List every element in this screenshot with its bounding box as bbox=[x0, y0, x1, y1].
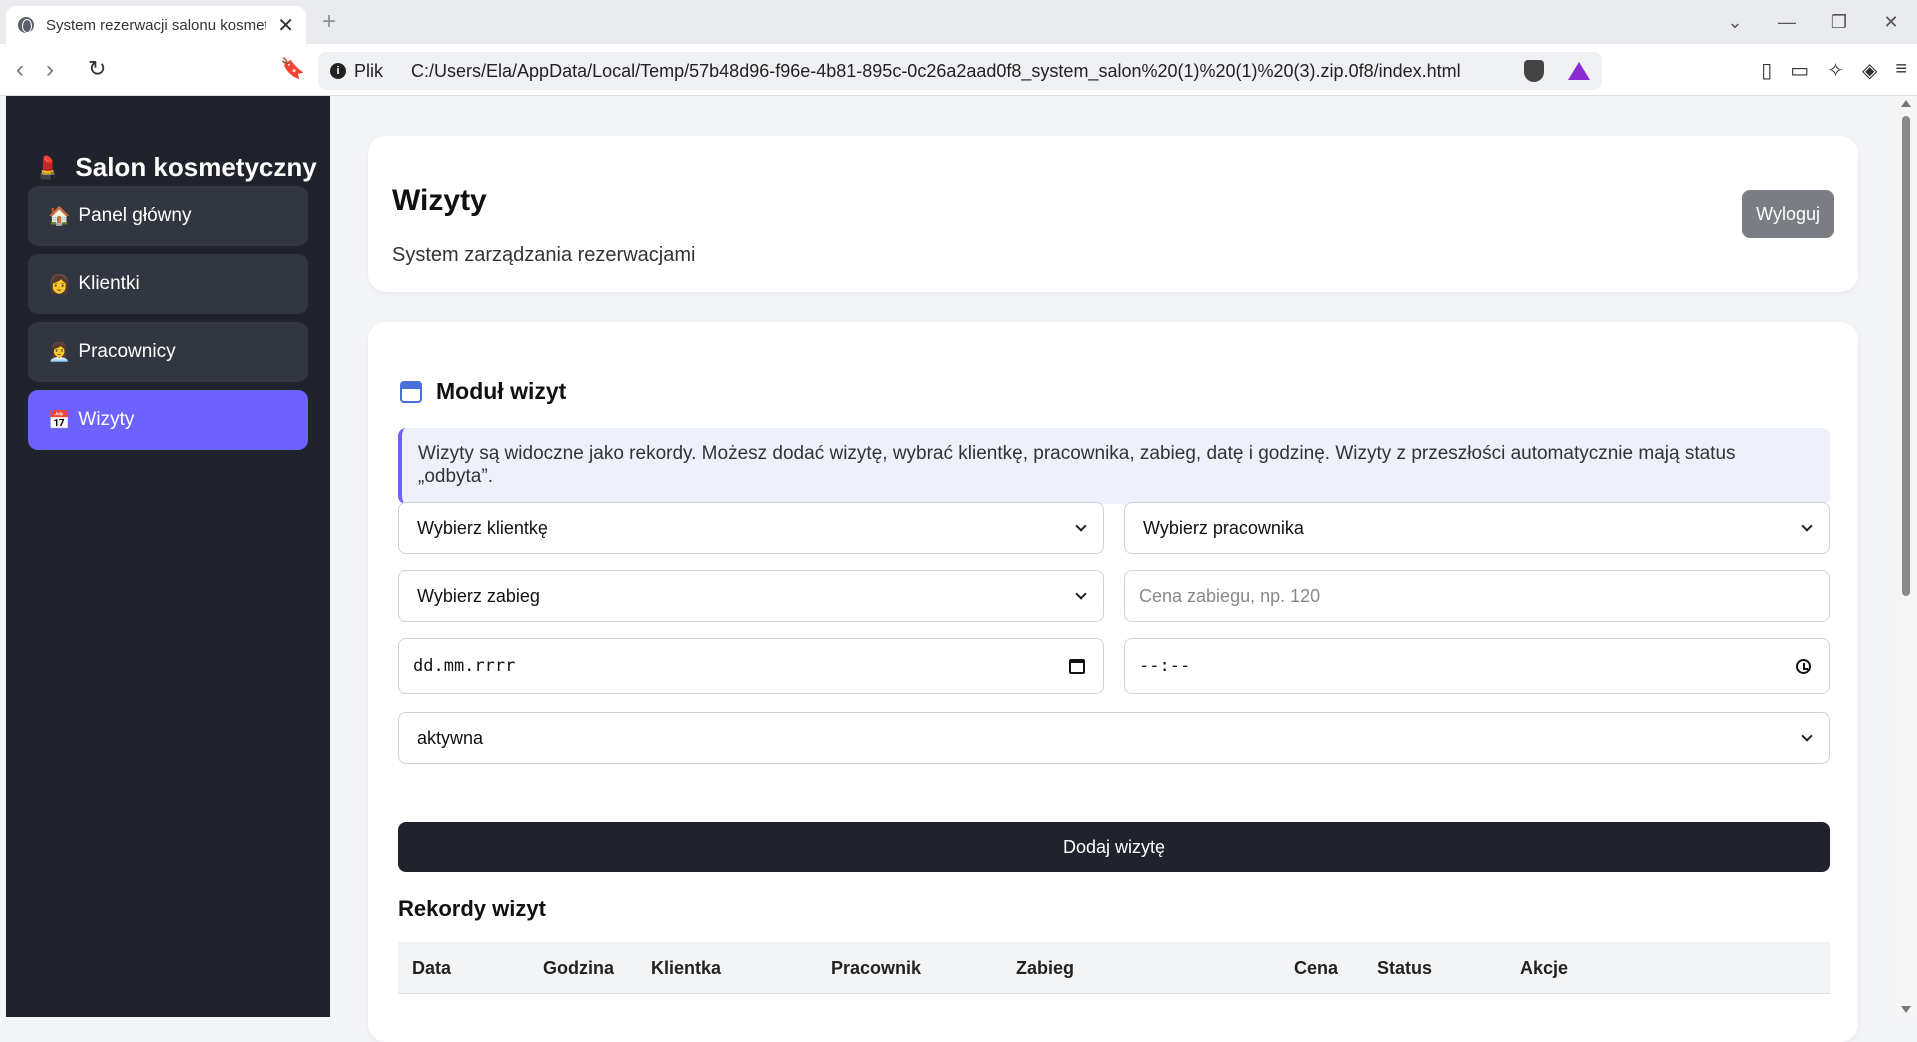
tab-close-icon[interactable]: ✕ bbox=[277, 13, 294, 38]
sidebar-item-label: Pracownicy bbox=[78, 341, 176, 362]
time-input[interactable]: --:-- bbox=[1124, 638, 1830, 694]
status-select-value: aktywna bbox=[417, 727, 484, 748]
toolbar-icons: ▯ ▭ ✧ ◈ ≡ bbox=[1761, 58, 1907, 83]
column-header: Status bbox=[1377, 958, 1433, 978]
sidebar-item-employees[interactable]: 👩‍💼 Pracownicy bbox=[28, 322, 308, 382]
main-content: Wizyty System zarządzania rezerwacjami W… bbox=[330, 96, 1895, 1042]
leo-ai-icon[interactable]: ✧ bbox=[1827, 58, 1844, 83]
column-header: Akcje bbox=[1520, 958, 1569, 978]
sidebar-item-panel[interactable]: 🏠 Panel główny bbox=[28, 186, 308, 246]
page-scrollbar[interactable] bbox=[1895, 96, 1917, 1017]
date-value: dd.mm.rrrr bbox=[413, 656, 516, 676]
sidebar-item-label: Wizyty bbox=[78, 409, 135, 430]
info-box: Wizyty są widoczne jako rekordy. Możesz … bbox=[398, 428, 1830, 504]
header-card: Wizyty System zarządzania rezerwacjami W… bbox=[368, 136, 1858, 292]
browser-toolbar: ‹ › ↻ 🔖 i Plik C:/Users/Ela/AppData/Loca… bbox=[0, 44, 1917, 96]
client-select-value: Wybierz klientkę bbox=[417, 517, 548, 538]
module-title-text: Moduł wizyt bbox=[436, 378, 567, 404]
sidebar-item-label: Panel główny bbox=[78, 205, 192, 226]
wallet-icon[interactable]: ▭ bbox=[1790, 58, 1809, 83]
sidebar-item-visits[interactable]: 📅 Wizyty bbox=[28, 390, 308, 450]
price-placeholder: Cena zabiegu, np. 120 bbox=[1139, 585, 1321, 606]
reload-icon[interactable]: ↻ bbox=[88, 56, 106, 82]
sidebar-toggle-icon[interactable]: ▯ bbox=[1761, 58, 1772, 83]
minimize-icon[interactable]: — bbox=[1761, 12, 1813, 33]
module-title: Moduł wizyt bbox=[400, 378, 566, 405]
date-input[interactable]: dd.mm.rrrr bbox=[398, 638, 1104, 694]
logout-button[interactable]: Wyloguj bbox=[1742, 190, 1834, 238]
browser-tabstrip: System rezerwacji salonu kosmet ✕ + ⌄ — … bbox=[0, 0, 1917, 44]
brave-shield-icon[interactable] bbox=[1524, 60, 1544, 82]
forward-icon[interactable]: › bbox=[46, 56, 54, 84]
close-window-icon[interactable]: ✕ bbox=[1865, 12, 1917, 33]
client-select[interactable]: Wybierz klientkę bbox=[398, 502, 1104, 554]
column-header: Godzina bbox=[543, 958, 614, 978]
brave-rewards-icon[interactable] bbox=[1568, 62, 1590, 80]
records-title: Rekordy wizyt bbox=[398, 896, 546, 921]
chevron-down-icon bbox=[1801, 730, 1813, 742]
tab-title: System rezerwacji salonu kosmet bbox=[46, 16, 266, 34]
column-header: Klientka bbox=[651, 958, 722, 978]
restore-icon[interactable]: ❐ bbox=[1813, 12, 1865, 33]
woman-icon: 👩 bbox=[48, 273, 71, 294]
calendar-icon bbox=[400, 380, 422, 403]
brand-name: Salon kosmetyczny bbox=[75, 152, 317, 182]
visits-module-card: Moduł wizyt Wizyty są widoczne jako reko… bbox=[368, 322, 1858, 1042]
scroll-up-icon[interactable] bbox=[1901, 100, 1911, 107]
employee-select[interactable]: Wybierz pracownika bbox=[1124, 502, 1830, 554]
sidebar-item-clients[interactable]: 👩 Klientki bbox=[28, 254, 308, 314]
window-controls: ⌄ — ❐ ✕ bbox=[1709, 0, 1917, 44]
date-picker-icon[interactable] bbox=[1069, 658, 1085, 674]
brand: 💄 Salon kosmetyczny bbox=[34, 152, 317, 183]
chevron-down-icon bbox=[1075, 520, 1087, 532]
chevron-down-icon bbox=[1801, 520, 1813, 532]
vpn-icon[interactable]: ◈ bbox=[1862, 58, 1877, 83]
service-select-value: Wybierz zabieg bbox=[417, 585, 540, 606]
price-input[interactable]: Cena zabiegu, np. 120 bbox=[1124, 570, 1830, 622]
sidebar-item-label: Klientki bbox=[78, 273, 140, 294]
column-header: Pracownik bbox=[831, 958, 922, 978]
url-text[interactable]: C:/Users/Ela/AppData/Local/Temp/57b48d96… bbox=[411, 61, 1461, 82]
sidebar: 💄 Salon kosmetyczny 🏠 Panel główny 👩 Kli… bbox=[6, 96, 330, 1017]
calendar-icon: 📅 bbox=[48, 409, 71, 430]
add-visit-button[interactable]: Dodaj wizytę bbox=[398, 822, 1830, 872]
globe-icon bbox=[18, 17, 34, 33]
info-icon[interactable]: i bbox=[330, 63, 346, 79]
bookmark-icon[interactable]: 🔖 bbox=[280, 56, 305, 81]
column-header: Data bbox=[412, 958, 452, 978]
page-title: Wizyty bbox=[392, 184, 487, 217]
page-subtitle: System zarządzania rezerwacjami bbox=[392, 244, 696, 266]
time-value: --:-- bbox=[1139, 656, 1191, 676]
scroll-down-icon[interactable] bbox=[1901, 1006, 1911, 1013]
scroll-thumb[interactable] bbox=[1902, 116, 1910, 596]
browser-tab[interactable]: System rezerwacji salonu kosmet ✕ bbox=[6, 6, 306, 44]
url-protocol: Plik bbox=[354, 60, 384, 81]
new-tab-icon[interactable]: + bbox=[322, 8, 336, 36]
chevron-down-icon bbox=[1075, 588, 1087, 600]
menu-icon[interactable]: ≡ bbox=[1895, 58, 1907, 83]
status-select[interactable]: aktywna bbox=[398, 712, 1830, 764]
back-icon[interactable]: ‹ bbox=[16, 56, 24, 84]
house-icon: 🏠 bbox=[48, 205, 71, 226]
column-header: Zabieg bbox=[1016, 958, 1075, 978]
lipstick-icon: 💄 bbox=[34, 154, 62, 180]
address-bar[interactable]: i Plik C:/Users/Ela/AppData/Local/Temp/5… bbox=[318, 52, 1602, 90]
service-select[interactable]: Wybierz zabieg bbox=[398, 570, 1104, 622]
clock-icon[interactable] bbox=[1796, 658, 1811, 674]
column-header: Cena bbox=[1294, 958, 1339, 978]
employee-select-value: Wybierz pracownika bbox=[1143, 517, 1304, 538]
employee-icon: 👩‍💼 bbox=[48, 341, 71, 362]
tab-search-icon[interactable]: ⌄ bbox=[1709, 12, 1761, 33]
table-header: Data Godzina Klientka Pracownik Zabieg C… bbox=[398, 942, 1830, 994]
